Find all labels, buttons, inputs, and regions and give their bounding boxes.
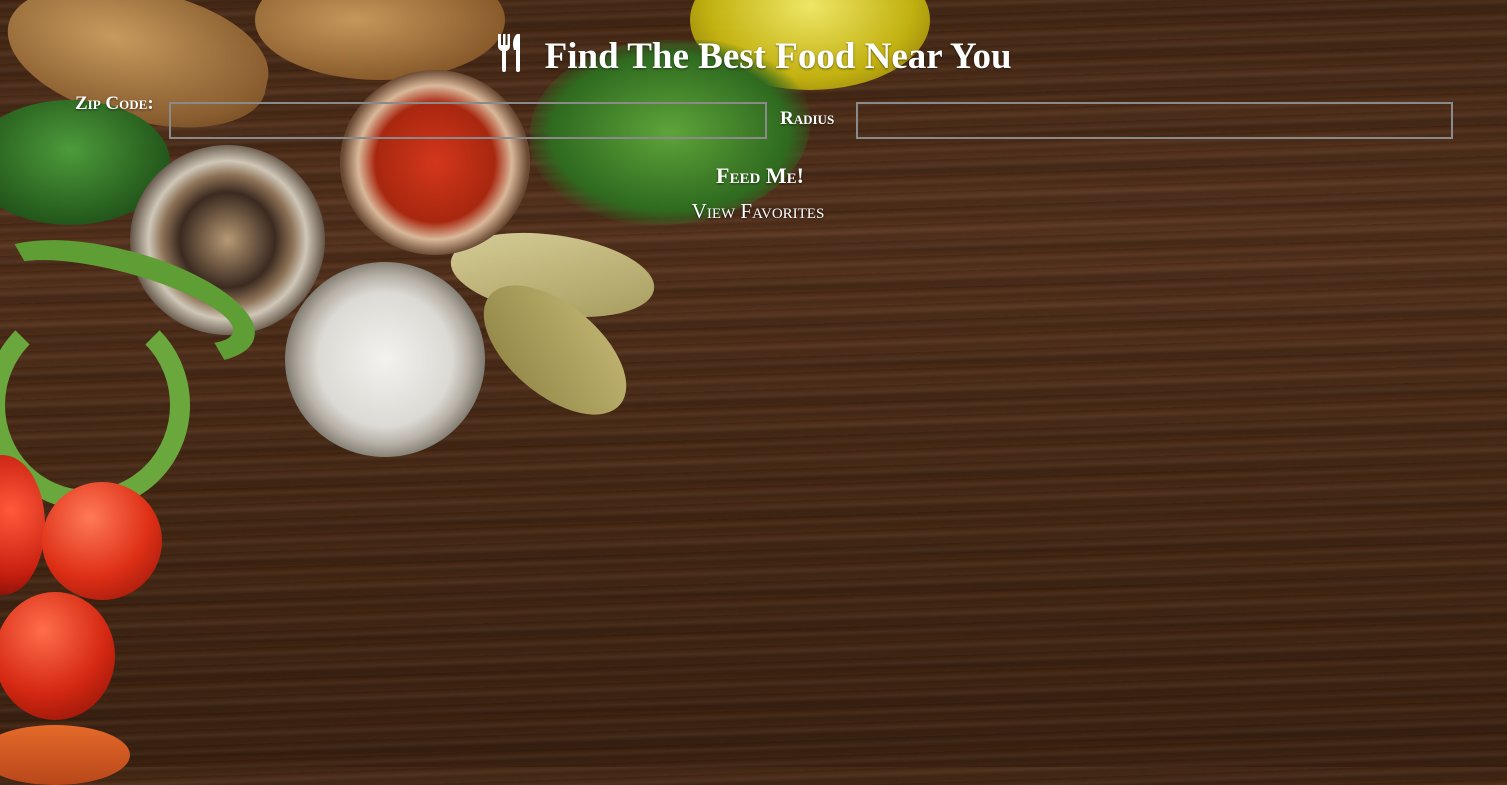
zip-code-input[interactable] — [169, 102, 767, 139]
page-title: Find The Best Food Near You — [0, 32, 1507, 78]
radius-input[interactable] — [856, 102, 1453, 139]
page-title-text: Find The Best Food Near You — [544, 36, 1012, 77]
utensils-icon — [495, 34, 544, 77]
feed-me-button[interactable]: Feed Me! — [700, 162, 820, 190]
view-favorites-link[interactable]: View Favorites — [660, 199, 856, 224]
zip-code-label: Zip Code: — [75, 93, 154, 114]
radius-label: Radius — [780, 108, 835, 129]
page-content: Find The Best Food Near You Zip Code: Ra… — [0, 0, 1507, 767]
